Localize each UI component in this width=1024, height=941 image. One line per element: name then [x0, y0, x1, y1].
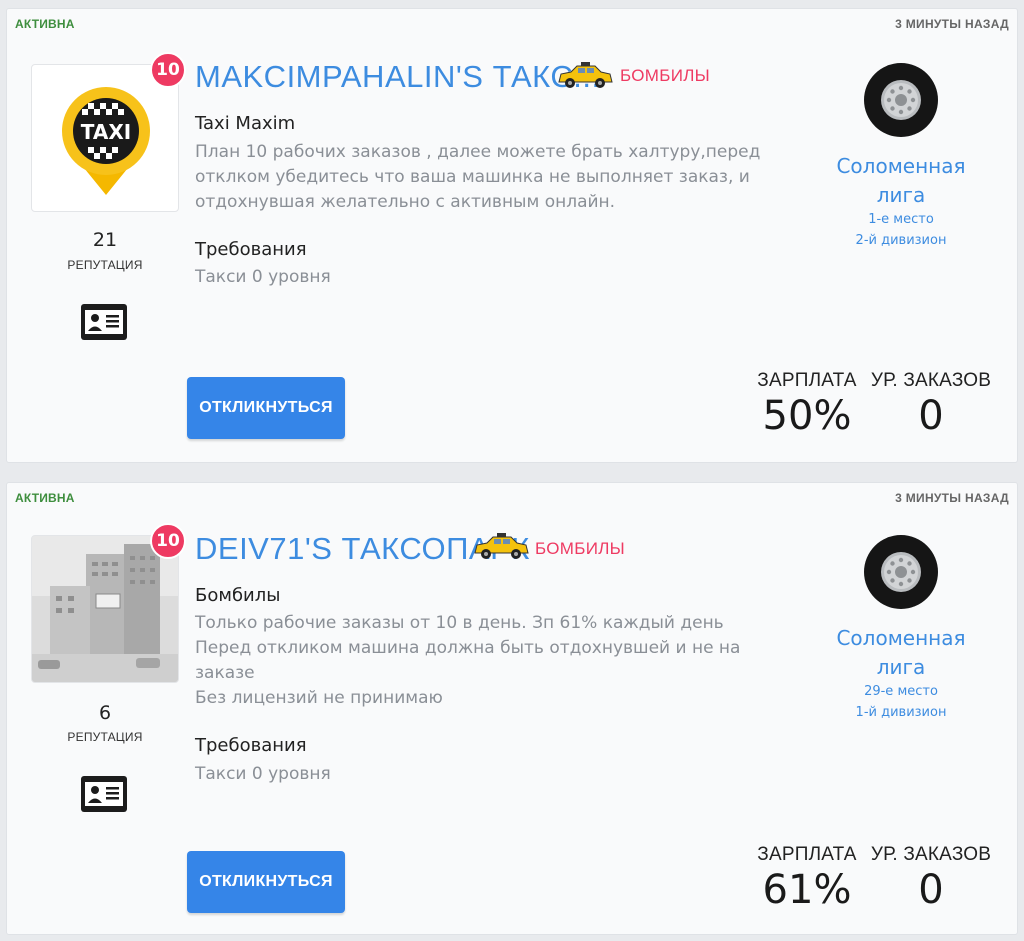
- league-division: 1-й дивизион: [855, 705, 947, 720]
- orders-level-label: УР. ЗАКАЗОВ: [870, 844, 992, 865]
- description-line: отклком убедитесь что ваша машинка не вы…: [195, 167, 750, 187]
- requirements-label: Требования: [195, 239, 307, 260]
- league-wheel-icon: [864, 63, 938, 137]
- level-badge: 10: [150, 523, 186, 559]
- svg-text:TAXI: TAXI: [81, 120, 131, 144]
- requirements-value: Такси 0 уровня: [195, 267, 331, 287]
- league-info: 29-е место 1-й дивизион: [817, 681, 985, 723]
- league-name-line: лига: [876, 655, 926, 679]
- description-line: Только рабочие заказы от 10 в день. Зп 6…: [195, 613, 724, 633]
- listing-card: АКТИВНА 3 МИНУТЫ НАЗАД TAXI 10 21 РЕПУТА…: [6, 8, 1018, 463]
- description-line: отдохнувшая желательно с активным онлайн…: [195, 192, 616, 212]
- league-name-line: Соломенная: [836, 626, 966, 650]
- requirements-value: Такси 0 уровня: [195, 764, 331, 784]
- requirements-label: Требования: [195, 735, 307, 756]
- respond-button[interactable]: ОТКЛИКНУТЬСЯ: [187, 377, 345, 439]
- description: План 10 рабочих заказов , далее можете б…: [195, 140, 775, 215]
- orders-level-value: 0: [918, 393, 944, 439]
- status-label: АКТИВНА: [15, 491, 75, 505]
- reputation-value: 6: [98, 702, 112, 724]
- orders-level-value: 0: [918, 867, 944, 913]
- building-photo-icon: [32, 536, 178, 682]
- category-tag[interactable]: БОМБИЛЫ: [535, 539, 625, 559]
- league-name[interactable]: Соломенная лига: [817, 624, 985, 682]
- salary-value: 61%: [762, 867, 852, 913]
- taxi-logo-icon: TAXI: [62, 87, 150, 195]
- description-line: Без лицензий не принимаю: [195, 688, 443, 708]
- orders-level-label: УР. ЗАКАЗОВ: [870, 370, 992, 391]
- league-name-line: Соломенная: [836, 154, 966, 178]
- league-place: 29-е место: [864, 684, 938, 699]
- status-label: АКТИВНА: [15, 17, 75, 31]
- description-line: План 10 рабочих заказов , далее можете б…: [195, 142, 761, 162]
- league-name[interactable]: Соломенная лига: [817, 152, 985, 210]
- salary-label: ЗАРПЛАТА: [757, 370, 857, 391]
- company-name: Бомбилы: [195, 585, 281, 606]
- description-line: Перед откликом машина должна быть отдохн…: [195, 638, 741, 658]
- league-info: 1-е место 2-й дивизион: [817, 209, 985, 251]
- level-badge: 10: [150, 52, 186, 88]
- league-wheel-icon: [864, 535, 938, 609]
- description: Только рабочие заказы от 10 в день. Зп 6…: [195, 611, 775, 711]
- time-ago: 3 МИНУТЫ НАЗАД: [895, 491, 1009, 505]
- taxi-car-icon: [558, 62, 613, 88]
- id-card-icon[interactable]: [80, 303, 128, 341]
- id-card-icon[interactable]: [80, 775, 128, 813]
- listing-card: АКТИВНА 3 МИНУТЫ НАЗАД 10 6 РЕПУТАЦИЯ DE…: [6, 482, 1018, 935]
- league-division: 2-й дивизион: [855, 233, 947, 248]
- time-ago: 3 МИНУТЫ НАЗАД: [895, 17, 1009, 31]
- salary-label: ЗАРПЛАТА: [757, 844, 857, 865]
- league-name-line: лига: [876, 183, 926, 207]
- taxi-car-icon: [474, 533, 529, 559]
- company-name: Taxi Maxim: [195, 113, 296, 134]
- reputation-label: РЕПУТАЦИЯ: [67, 730, 143, 744]
- taxi-maxim-logo[interactable]: TAXI: [31, 64, 179, 212]
- reputation-label: РЕПУТАЦИЯ: [67, 258, 143, 272]
- category-tag[interactable]: БОМБИЛЫ: [620, 66, 710, 86]
- description-line: заказе: [195, 663, 255, 683]
- reputation-value: 21: [92, 229, 118, 251]
- taxi-park-title[interactable]: MAKCIMPAHALIN'S ТАКС...: [195, 59, 601, 95]
- building-photo[interactable]: [31, 535, 179, 683]
- respond-button[interactable]: ОТКЛИКНУТЬСЯ: [187, 851, 345, 913]
- salary-value: 50%: [762, 393, 852, 439]
- league-place: 1-е место: [868, 212, 934, 227]
